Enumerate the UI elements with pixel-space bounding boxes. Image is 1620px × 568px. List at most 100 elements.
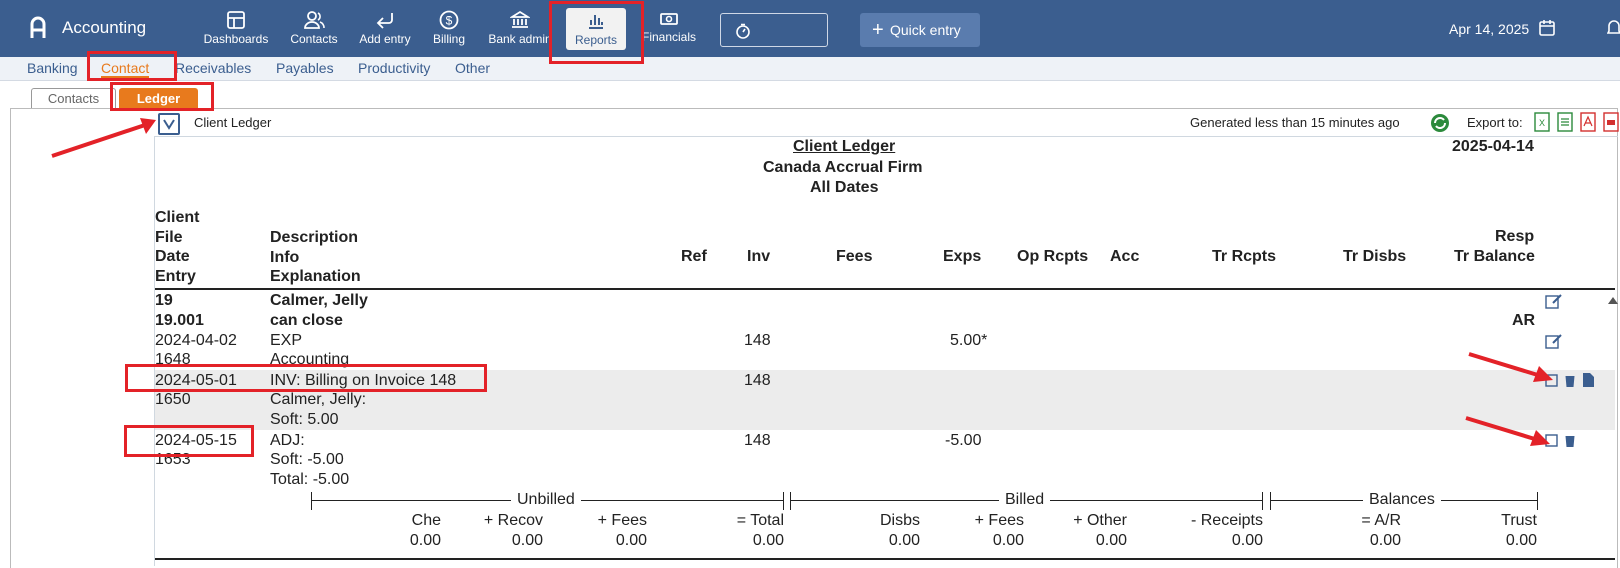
bracket-rule xyxy=(790,492,791,510)
scroll-up-icon[interactable] xyxy=(1607,295,1619,305)
header-tr-rcpts: Tr Rcpts xyxy=(1212,248,1277,265)
nav-label: Financials xyxy=(641,30,697,44)
summary-group-balances: Balances xyxy=(1363,491,1441,509)
header-info: Info xyxy=(270,248,300,266)
chevron-down-icon xyxy=(163,119,175,130)
money-icon xyxy=(660,13,678,25)
header-tr-disbs: Tr Disbs xyxy=(1343,248,1407,265)
bracket-rule xyxy=(1537,492,1538,510)
print-pdf-icon[interactable] xyxy=(1603,112,1619,132)
document-icon[interactable] xyxy=(1582,372,1595,388)
plus-icon: + xyxy=(872,19,884,41)
highlight-contact xyxy=(87,51,177,81)
pdf-export-icon[interactable] xyxy=(1580,112,1596,132)
edit-icon[interactable] xyxy=(1545,333,1563,349)
row-inv: 148 xyxy=(744,432,771,449)
header-file: File xyxy=(155,228,183,246)
summary-value: 0.00 xyxy=(992,532,1024,549)
edit-icon[interactable] xyxy=(1545,293,1563,309)
sub-nav: Banking Contact Receivables Payables Pro… xyxy=(0,57,1620,81)
subnav-other[interactable]: Other xyxy=(455,60,490,76)
row-info: Calmer, Jelly: xyxy=(270,391,367,408)
total-rule xyxy=(155,558,1615,560)
row-desc: ADJ: xyxy=(270,432,305,449)
annotation-arrow xyxy=(51,118,156,158)
subnav-productivity[interactable]: Productivity xyxy=(358,60,430,76)
header-client: Client xyxy=(155,209,200,226)
summary-label: Disbs xyxy=(879,512,920,529)
trash-icon[interactable] xyxy=(1563,432,1577,448)
annotation-arrow xyxy=(1468,352,1553,382)
resp-value: AR xyxy=(1512,312,1536,329)
tab-contacts[interactable]: Contacts xyxy=(31,88,116,109)
export-label: Export to: xyxy=(1467,115,1523,130)
subnav-banking[interactable]: Banking xyxy=(27,60,78,76)
nav-bank-admin[interactable]: Bank admin xyxy=(484,10,556,50)
subnav-payables[interactable]: Payables xyxy=(276,60,334,76)
excel-export-icon[interactable]: X xyxy=(1534,112,1550,132)
current-date: Apr 14, 2025 xyxy=(1449,21,1530,37)
calendar-icon[interactable] xyxy=(1538,19,1556,37)
nav-contacts[interactable]: Contacts xyxy=(283,10,345,50)
summary-label: + Fees xyxy=(597,512,647,529)
row-exps: 5.00* xyxy=(950,332,988,349)
refresh-icon[interactable] xyxy=(1429,112,1451,134)
generated-status: Generated less than 15 minutes ago xyxy=(1190,115,1400,130)
quick-entry-button[interactable]: + Quick entry xyxy=(860,13,980,47)
nav-dashboards[interactable]: Dashboards xyxy=(199,10,273,50)
timer-button[interactable] xyxy=(720,13,828,47)
summary-value: 0.00 xyxy=(1095,532,1127,549)
contacts-icon xyxy=(304,11,325,29)
brand[interactable]: Accounting xyxy=(28,16,146,40)
header-left: Client File Date Entry xyxy=(155,208,199,286)
csv-export-icon[interactable] xyxy=(1557,112,1573,132)
client-name: Calmer, Jelly xyxy=(270,292,368,309)
header-exps: Exps xyxy=(943,248,982,265)
summary-label: = Total xyxy=(736,512,784,529)
nav-billing[interactable]: $ Billing xyxy=(428,10,470,50)
header-entry: Entry xyxy=(155,267,196,285)
summary-label: + Fees xyxy=(974,512,1024,529)
summary-label: Trust xyxy=(1501,512,1537,529)
nav-add-entry[interactable]: Add entry xyxy=(356,10,414,50)
header-inv: Inv xyxy=(747,248,771,265)
highlight-invoice-row xyxy=(125,364,487,392)
report-name: Client Ledger xyxy=(194,115,272,130)
header-explanation: Explanation xyxy=(270,268,361,285)
header-ref: Ref xyxy=(681,248,707,265)
summary-label: + Recov xyxy=(483,512,543,529)
summary-value: 0.00 xyxy=(888,532,920,549)
collapse-toggle[interactable] xyxy=(158,113,180,135)
subnav-receivables[interactable]: Receivables xyxy=(175,60,251,76)
app-title: Accounting xyxy=(62,18,147,37)
header-fees: Fees xyxy=(836,248,873,265)
row-inv: 148 xyxy=(744,372,771,389)
bracket-rule xyxy=(1270,492,1271,510)
row-inv: 148 xyxy=(744,332,771,349)
annotation-arrow xyxy=(1465,416,1550,446)
report-firm: Canada Accrual Firm xyxy=(763,159,923,176)
report-date: 2025-04-14 xyxy=(1452,138,1534,155)
header-resp: Resp xyxy=(1495,228,1535,245)
summary-group-unbilled: Unbilled xyxy=(511,491,581,509)
summary-value: 0.00 xyxy=(752,532,784,549)
row-date: 2024-04-02 xyxy=(155,332,237,349)
return-arrow-icon xyxy=(376,13,393,29)
row-info: Soft: -5.00 xyxy=(270,451,344,468)
summary-label: + Other xyxy=(1073,512,1127,529)
svg-text:X: X xyxy=(1539,118,1545,128)
nav-financials[interactable]: Financials xyxy=(638,10,700,50)
svg-text:$: $ xyxy=(446,14,453,28)
file-number: 19.001 xyxy=(155,312,204,329)
nav-label: Bank admin xyxy=(488,32,552,46)
highlight-ledger xyxy=(110,82,214,111)
header-desc: Description Info Explanation xyxy=(270,228,361,287)
row-entry: 1650 xyxy=(155,391,191,408)
summary-label: = A/R xyxy=(1361,512,1401,529)
trash-icon[interactable] xyxy=(1563,372,1577,388)
bell-icon[interactable] xyxy=(1607,19,1620,37)
highlight-adj-row xyxy=(124,425,254,457)
bracket-rule xyxy=(783,492,784,510)
summary-group-billed: Billed xyxy=(999,491,1051,509)
stopwatch-icon xyxy=(736,23,750,39)
